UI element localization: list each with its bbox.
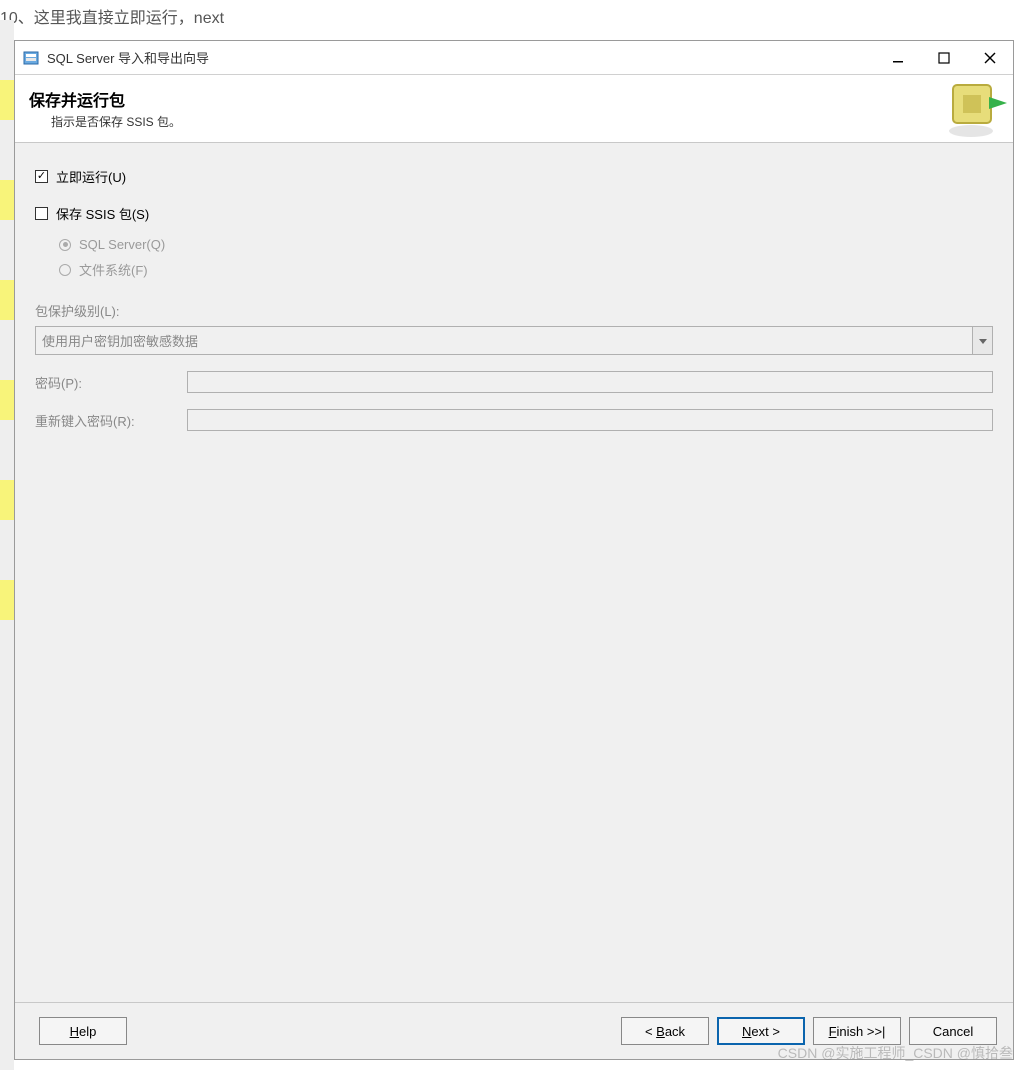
- chevron-down-icon: [972, 327, 992, 354]
- cancel-button-label: Cancel: [933, 1024, 973, 1039]
- wizard-footer: Help < Back Next > Finish >>| Cancel: [15, 1003, 1013, 1059]
- protection-level-combo: 使用用户密钥加密敏感数据: [35, 326, 993, 355]
- close-icon[interactable]: [967, 41, 1013, 75]
- window-title: SQL Server 导入和导出向导: [47, 48, 209, 67]
- app-icon: [23, 50, 39, 66]
- wizard-banner: 保存并运行包 指示是否保存 SSIS 包。: [15, 75, 1013, 143]
- filesystem-radio-label: 文件系统(F): [79, 260, 148, 279]
- password-row: 密码(P):: [35, 371, 993, 393]
- cancel-button[interactable]: Cancel: [909, 1017, 997, 1045]
- finish-button[interactable]: Finish >>|: [813, 1017, 901, 1045]
- banner-heading: 保存并运行包: [29, 87, 181, 111]
- save-ssis-label: 保存 SSIS 包(S): [56, 204, 149, 223]
- repassword-label: 重新键入密码(R):: [35, 411, 187, 430]
- filesystem-radio: 文件系统(F): [59, 260, 993, 279]
- radio-icon: [59, 239, 71, 251]
- password-label: 密码(P):: [35, 373, 187, 392]
- wizard-content: ✓ 立即运行(U) 保存 SSIS 包(S) SQL Server(Q) 文件系…: [15, 143, 1013, 1003]
- titlebar: SQL Server 导入和导出向导: [15, 41, 1013, 75]
- save-ssis-checkbox[interactable]: 保存 SSIS 包(S): [35, 204, 993, 223]
- back-button-label: < Back: [645, 1024, 685, 1039]
- repassword-input: [187, 409, 993, 431]
- wizard-icon: [935, 79, 1007, 139]
- checkbox-icon: [35, 207, 48, 220]
- password-input: [187, 371, 993, 393]
- save-target-radio-group: SQL Server(Q) 文件系统(F): [35, 237, 993, 279]
- wizard-window: SQL Server 导入和导出向导 保存并运行包 指示是否保存 SSIS 包。: [14, 40, 1014, 1060]
- sql-server-radio-label: SQL Server(Q): [79, 237, 165, 252]
- step-caption: 10、这里我直接立即运行，next: [0, 0, 1023, 34]
- back-button[interactable]: < Back: [621, 1017, 709, 1045]
- repassword-row: 重新键入密码(R):: [35, 409, 993, 431]
- banner-subheading: 指示是否保存 SSIS 包。: [29, 113, 181, 130]
- maximize-icon[interactable]: [921, 41, 967, 75]
- protection-level-label: 包保护级别(L):: [35, 301, 993, 320]
- help-button[interactable]: Help: [39, 1017, 127, 1045]
- checkbox-icon: ✓: [35, 170, 48, 183]
- window-controls: [875, 41, 1013, 75]
- help-button-label: Help: [70, 1024, 97, 1039]
- radio-icon: [59, 264, 71, 276]
- next-button[interactable]: Next >: [717, 1017, 805, 1045]
- next-button-label: Next >: [742, 1024, 780, 1039]
- run-now-checkbox[interactable]: ✓ 立即运行(U): [35, 167, 993, 186]
- run-now-label: 立即运行(U): [56, 167, 126, 186]
- protection-level-value: 使用用户密钥加密敏感数据: [36, 327, 972, 354]
- minimize-icon[interactable]: [875, 41, 921, 75]
- background-strip: [0, 20, 14, 1070]
- finish-button-label: Finish >>|: [829, 1024, 886, 1039]
- sql-server-radio: SQL Server(Q): [59, 237, 993, 252]
